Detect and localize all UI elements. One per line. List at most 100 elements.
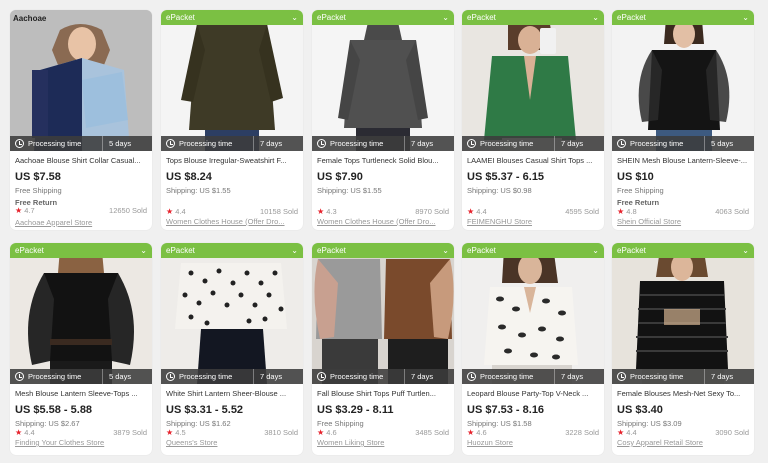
product-grid: Aachoae Processing time 5 days Aachoae B… xyxy=(0,0,768,463)
star-icon: ★ xyxy=(15,428,23,437)
store-link[interactable]: Cosy Apparel Retail Store xyxy=(617,438,749,448)
sold-count: 3810 Sold xyxy=(264,428,298,437)
product-card[interactable]: ePacket ⌄ Processing time 7 days LAAMEI … xyxy=(462,10,604,230)
processing-label: Processing time xyxy=(179,372,233,381)
product-card[interactable]: ePacket ⌄ Processing time 5 days Mesh Bl… xyxy=(10,243,152,455)
product-title[interactable]: Leopard Blouse Party-Top V-Neck ... xyxy=(467,388,601,399)
processing-time-bar: Processing time 7 days xyxy=(462,136,604,151)
clock-icon xyxy=(317,372,326,381)
rating-value: 4.8 xyxy=(626,207,637,216)
product-card[interactable]: ePacket ⌄ Processing time 5 days SHEIN M… xyxy=(612,10,754,230)
store-link[interactable]: Shein Official Store xyxy=(617,217,749,227)
rating-value: 4.6 xyxy=(476,428,487,437)
product-title[interactable]: LAAMEI Blouses Casual Shirt Tops ... xyxy=(467,155,601,166)
chevron-down-icon[interactable]: ⌄ xyxy=(592,243,599,258)
product-image[interactable] xyxy=(462,10,604,151)
chevron-down-icon[interactable]: ⌄ xyxy=(592,10,599,25)
rating-row: ★ 4.4 10158 Sold xyxy=(166,207,298,217)
product-image[interactable] xyxy=(312,243,454,384)
processing-time-bar: Processing time 7 days xyxy=(161,136,303,151)
product-image[interactable] xyxy=(312,10,454,151)
epacket-badge: ePacket ⌄ xyxy=(612,243,754,258)
store-link[interactable]: Queens's Store xyxy=(166,438,298,448)
product-image[interactable] xyxy=(161,243,303,384)
product-title[interactable]: Aachoae Blouse Shirt Collar Casual... xyxy=(15,155,149,166)
sold-count: 3485 Sold xyxy=(415,428,449,437)
product-title[interactable]: White Shirt Lantern Sheer-Blouse ... xyxy=(166,388,300,399)
store-link[interactable]: Women Clothes House (Offer Dro... xyxy=(317,217,449,227)
chevron-down-icon[interactable]: ⌄ xyxy=(291,243,298,258)
product-title[interactable]: Mesh Blouse Lantern Sleeve-Tops ... xyxy=(15,388,149,399)
rating-row: ★ 4.6 3228 Sold xyxy=(467,428,599,438)
product-card[interactable]: ePacket ⌄ Processing time 7 days Female … xyxy=(612,243,754,455)
processing-days: 7 days xyxy=(704,369,733,384)
product-image[interactable] xyxy=(10,10,152,151)
chevron-down-icon[interactable]: ⌄ xyxy=(742,243,749,258)
product-price: US $10 xyxy=(617,171,654,183)
product-title[interactable]: Fall Blouse Shirt Tops Puff Turtlen... xyxy=(317,388,451,399)
processing-label: Processing time xyxy=(179,139,233,148)
chevron-down-icon[interactable]: ⌄ xyxy=(742,10,749,25)
product-price: US $8.24 xyxy=(166,171,212,183)
product-title[interactable]: Tops Blouse Irregular-Sweatshirt F... xyxy=(166,155,300,166)
store-link[interactable]: Huozun Store xyxy=(467,438,599,448)
product-image[interactable] xyxy=(612,10,754,151)
chevron-down-icon[interactable]: ⌄ xyxy=(291,10,298,25)
clock-icon xyxy=(617,372,626,381)
epacket-badge: ePacket ⌄ xyxy=(10,243,152,258)
clock-icon xyxy=(166,139,175,148)
processing-days: 7 days xyxy=(253,369,282,384)
epacket-badge: ePacket ⌄ xyxy=(312,243,454,258)
product-image[interactable] xyxy=(462,243,604,384)
product-title[interactable]: Female Tops Turtleneck Solid Blou... xyxy=(317,155,451,166)
product-image[interactable] xyxy=(10,243,152,384)
processing-label: Processing time xyxy=(330,372,384,381)
processing-label: Processing time xyxy=(480,139,534,148)
product-card[interactable]: ePacket ⌄ Processing time 7 days Tops Bl… xyxy=(161,10,303,230)
rating-row: ★ 4.6 3485 Sold xyxy=(317,428,449,438)
product-card[interactable]: ePacket ⌄ Processing time 7 days White S… xyxy=(161,243,303,455)
product-card[interactable]: ePacket ⌄ Processing time 7 days Fall Bl… xyxy=(312,243,454,455)
shipping-info: Free Shipping xyxy=(617,186,664,195)
product-title[interactable]: Female Blouses Mesh-Net Sexy To... xyxy=(617,388,751,399)
shipping-info: Shipping: US $1.55 xyxy=(317,186,382,195)
chevron-down-icon[interactable]: ⌄ xyxy=(442,10,449,25)
sold-count: 3090 Sold xyxy=(715,428,749,437)
processing-time-bar: Processing time 7 days xyxy=(462,369,604,384)
product-price: US $3.40 xyxy=(617,404,663,416)
epacket-label: ePacket xyxy=(317,246,346,255)
sold-count: 12650 Sold xyxy=(109,206,147,215)
processing-time-bar: Processing time 5 days xyxy=(612,136,754,151)
processing-label: Processing time xyxy=(630,139,684,148)
brand-tag: Aachoae xyxy=(13,14,47,23)
store-link[interactable]: Aachoae Apparel Store xyxy=(15,218,147,228)
chevron-down-icon[interactable]: ⌄ xyxy=(140,243,147,258)
product-title[interactable]: SHEIN Mesh Blouse Lantern-Sleeve-... xyxy=(617,155,751,166)
chevron-down-icon[interactable]: ⌄ xyxy=(442,243,449,258)
processing-time-bar: Processing time 7 days xyxy=(312,369,454,384)
product-image[interactable] xyxy=(612,243,754,384)
product-card[interactable]: ePacket ⌄ Processing time 7 days Female … xyxy=(312,10,454,230)
store-link[interactable]: FEIMENGHU Store xyxy=(467,217,599,227)
product-card[interactable]: ePacket ⌄ Processing time 7 days Leopard… xyxy=(462,243,604,455)
rating-value: 4.4 xyxy=(626,428,637,437)
clock-icon xyxy=(467,139,476,148)
processing-days: 5 days xyxy=(102,136,131,151)
product-image[interactable] xyxy=(161,10,303,151)
rating-row: ★ 4.4 3090 Sold xyxy=(617,428,749,438)
processing-days: 7 days xyxy=(554,369,583,384)
sold-count: 4595 Sold xyxy=(565,207,599,216)
epacket-label: ePacket xyxy=(467,246,496,255)
rating-row: ★ 4.3 8970 Sold xyxy=(317,207,449,217)
rating-row: ★ 4.7 12650 Sold xyxy=(15,206,147,216)
processing-time-bar: Processing time 5 days xyxy=(10,136,152,151)
rating-row: ★ 4.4 4595 Sold xyxy=(467,207,599,217)
rating-value: 4.4 xyxy=(476,207,487,216)
epacket-badge: ePacket ⌄ xyxy=(161,243,303,258)
store-link[interactable]: Women Liking Store xyxy=(317,438,449,448)
store-link[interactable]: Women Clothes House (Offer Dro... xyxy=(166,217,298,227)
store-link[interactable]: Finding Your Clothes Store xyxy=(15,438,147,448)
clock-icon xyxy=(15,139,24,148)
product-card[interactable]: Aachoae Processing time 5 days Aachoae B… xyxy=(10,10,152,230)
rating-value: 4.7 xyxy=(24,206,35,215)
